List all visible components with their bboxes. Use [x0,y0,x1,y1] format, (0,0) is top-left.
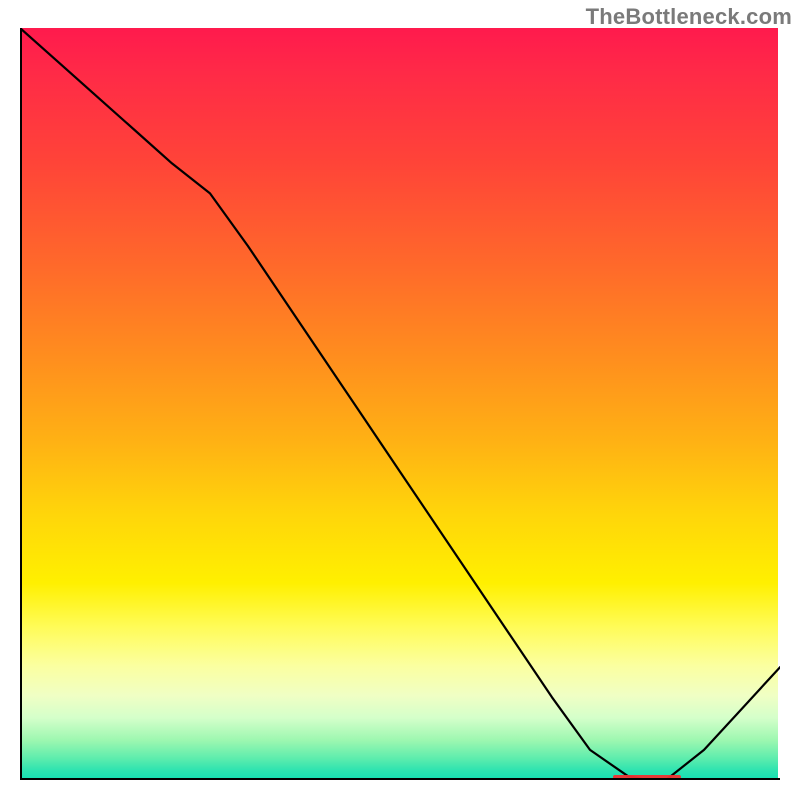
chart-area [20,28,780,780]
minimum-plateau-marker [613,775,681,779]
chart-line [20,28,780,780]
watermark-text: TheBottleneck.com [586,4,792,30]
